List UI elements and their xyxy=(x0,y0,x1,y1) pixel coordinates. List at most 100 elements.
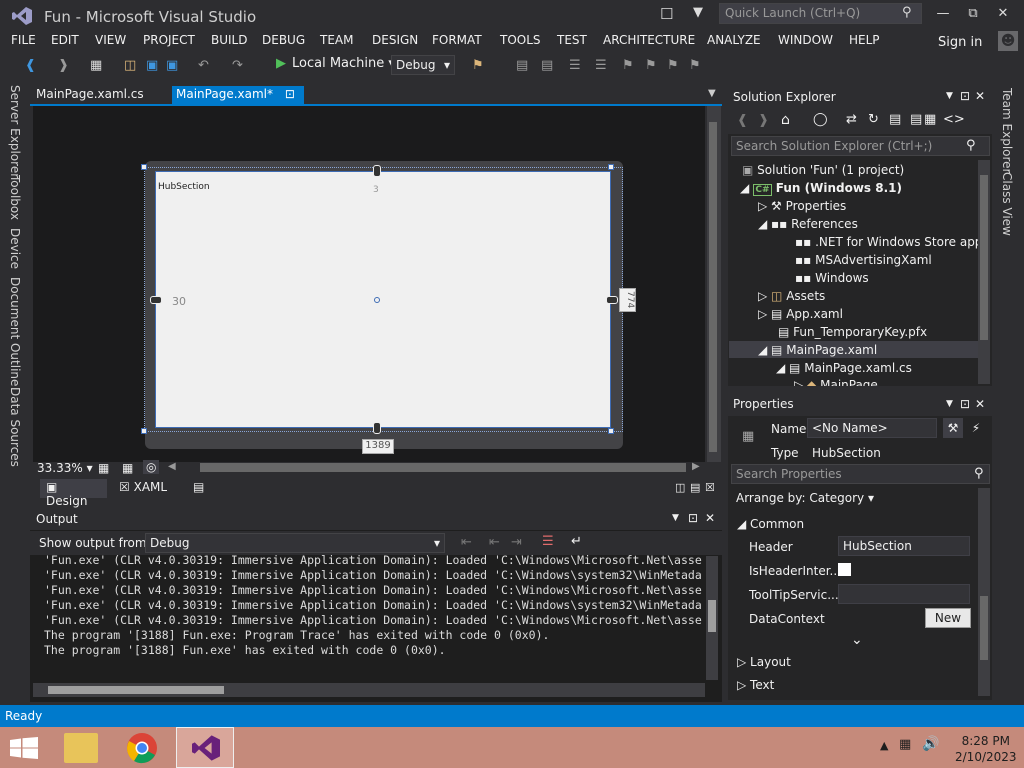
arrange-by-select[interactable]: Arrange by: Category ▾ xyxy=(736,491,874,505)
class-view-tab[interactable]: Class View xyxy=(1000,172,1014,236)
bookmark-icon[interactable]: ⚑ xyxy=(622,58,634,73)
refresh-icon[interactable]: ↻ xyxy=(868,112,879,127)
sign-in-link[interactable]: Sign in xyxy=(938,35,982,50)
panel-pin-icon[interactable]: ⊡ xyxy=(960,89,970,103)
home-icon[interactable]: ⌂ xyxy=(781,112,790,128)
panel-menu-icon[interactable]: ▼ xyxy=(946,91,953,101)
view-code-icon[interactable]: <> xyxy=(943,112,965,127)
tree-ref-dotnet[interactable]: ▪▪ .NET for Windows Store apps xyxy=(795,235,989,249)
tree-solution[interactable]: ▣ Solution 'Fun' (1 project) xyxy=(742,163,904,177)
properties-scroll-thumb[interactable] xyxy=(980,596,988,660)
tree-project[interactable]: ◢ C# Fun (Windows 8.1) xyxy=(740,181,902,196)
pending-changes-icon[interactable]: ◯ xyxy=(813,112,828,127)
menu-architecture[interactable]: ARCHITECTURE xyxy=(603,33,695,47)
collapse-all-icon[interactable]: ▤ xyxy=(889,112,901,127)
windows-start-icon[interactable] xyxy=(10,737,38,759)
resize-handle-se[interactable] xyxy=(608,428,614,434)
tree-mainpage-class[interactable]: ▷ ◆ MainPage xyxy=(794,378,878,386)
left-anchor-icon[interactable] xyxy=(150,296,162,304)
menu-debug[interactable]: DEBUG xyxy=(262,33,305,47)
open-file-icon[interactable]: ◫ xyxy=(124,58,136,73)
panel-menu-icon[interactable]: ▼ xyxy=(946,399,953,409)
back-icon[interactable]: ❰ xyxy=(25,58,36,73)
next-message-icon[interactable]: ⇥ xyxy=(511,535,522,550)
save-all-icon[interactable]: ▣ xyxy=(166,58,178,73)
search-icon[interactable]: ⚲ xyxy=(902,5,912,20)
swap-panes-icon[interactable]: ▤ xyxy=(193,480,204,494)
undo-icon[interactable]: ↶ xyxy=(198,58,209,73)
properties-wrench-icon[interactable]: ⚒ xyxy=(943,418,963,438)
find-message-icon[interactable]: ⇤ xyxy=(461,535,472,550)
close-button[interactable]: ✕ xyxy=(988,2,1018,26)
tree-mainpage-xaml[interactable]: ◢ ▤ MainPage.xaml xyxy=(758,343,877,357)
chrome-icon[interactable] xyxy=(126,732,158,764)
menu-design[interactable]: DESIGN xyxy=(372,33,418,47)
prev-message-icon[interactable]: ⇤ xyxy=(489,535,500,550)
designer-horizontal-scrollbar[interactable] xyxy=(200,463,686,472)
snap-lines-icon[interactable]: ◎ xyxy=(143,460,160,474)
redo-icon[interactable]: ↷ xyxy=(232,58,243,73)
tab-mainpage-xaml-cs[interactable]: MainPage.xaml.cs xyxy=(33,86,147,104)
tooltip-property-input[interactable] xyxy=(838,584,970,604)
tree-properties[interactable]: ▷ ⚒ Properties xyxy=(758,199,846,213)
expand-advanced-icon[interactable]: ⌄ xyxy=(851,632,863,648)
scroll-right-icon[interactable]: ▶ xyxy=(692,461,700,472)
designer-scroll-thumb[interactable] xyxy=(709,122,717,452)
clear-all-icon[interactable]: ☰ xyxy=(542,534,554,549)
pin-icon[interactable]: ⊡ xyxy=(285,87,295,101)
show-hidden-icons-icon[interactable]: ▲ xyxy=(880,739,888,752)
word-wrap-icon[interactable]: ↵ xyxy=(571,534,582,549)
output-source-select[interactable]: Debug ▾ xyxy=(145,533,445,553)
file-explorer-icon[interactable] xyxy=(64,733,98,763)
properties-search-input[interactable]: Search Properties xyxy=(731,464,990,484)
common-category[interactable]: ◢ Common xyxy=(737,517,804,531)
tree-app-xaml[interactable]: ▷ ▤ App.xaml xyxy=(758,307,843,321)
show-all-files-icon[interactable]: ▤ xyxy=(910,112,922,127)
network-icon[interactable]: ▦ xyxy=(899,737,911,752)
menu-tools[interactable]: TOOLS xyxy=(500,33,541,47)
output-pin-icon[interactable]: ⊡ xyxy=(688,511,698,525)
new-project-icon[interactable]: ▦ xyxy=(90,58,102,73)
quick-launch-input[interactable]: Quick Launch (Ctrl+Q) xyxy=(719,3,922,24)
panel-pin-icon[interactable]: ⊡ xyxy=(960,397,970,411)
text-category[interactable]: ▷ Text xyxy=(737,678,774,692)
new-datacontext-button[interactable]: New xyxy=(925,608,971,628)
tab-mainpage-xaml[interactable]: MainPage.xaml* ⊡ ✕ xyxy=(172,86,304,115)
align-left-icon[interactable]: ▤ xyxy=(516,58,528,73)
clear-bookmarks-icon[interactable]: ⚑ xyxy=(689,58,701,73)
next-bookmark-icon[interactable]: ⚑ xyxy=(667,58,679,73)
toolbox-tab[interactable]: Toolbox xyxy=(8,175,22,220)
layout-category[interactable]: ▷ Layout xyxy=(737,655,791,669)
output-close-icon[interactable]: ✕ xyxy=(705,511,715,525)
solution-explorer-scroll-thumb[interactable] xyxy=(980,175,988,340)
search-icon[interactable]: ⚲ xyxy=(966,138,976,153)
menu-team[interactable]: TEAM xyxy=(320,33,353,47)
account-avatar-icon[interactable]: ☻ xyxy=(998,31,1018,51)
start-debugging-button[interactable]: ▶ Local Machine ▾ xyxy=(276,56,395,71)
menu-project[interactable]: PROJECT xyxy=(143,33,195,47)
right-anchor-icon[interactable] xyxy=(606,296,618,304)
menu-build[interactable]: BUILD xyxy=(211,33,247,47)
collapse-pane-icon[interactable]: ☒ xyxy=(705,481,715,494)
menu-file[interactable]: FILE xyxy=(11,33,36,47)
comment-icon[interactable]: ☰ xyxy=(569,58,581,73)
prev-bookmark-icon[interactable]: ⚑ xyxy=(645,58,657,73)
uncomment-icon[interactable]: ☰ xyxy=(595,58,607,73)
menu-edit[interactable]: EDIT xyxy=(51,33,79,47)
menu-test[interactable]: TEST xyxy=(557,33,587,47)
server-explorer-tab[interactable]: Server Explorer xyxy=(8,85,22,178)
split-horizontal-icon[interactable]: ◫ xyxy=(675,481,685,494)
forward-icon[interactable]: ❱ xyxy=(58,58,69,73)
properties-icon[interactable]: ▦ xyxy=(924,112,936,127)
se-back-icon[interactable]: ❰ xyxy=(737,113,748,128)
bottom-anchor-icon[interactable] xyxy=(373,422,381,434)
menu-help[interactable]: HELP xyxy=(849,33,880,47)
grid-icon[interactable]: ▦ xyxy=(98,461,109,475)
panel-close-icon[interactable]: ✕ xyxy=(975,397,985,411)
menu-window[interactable]: WINDOW xyxy=(778,33,833,47)
resize-handle-sw[interactable] xyxy=(141,428,147,434)
menu-format[interactable]: FORMAT xyxy=(432,33,482,47)
tree-references[interactable]: ◢ ▪▪ References xyxy=(758,217,858,231)
xaml-tab[interactable]: ☒ XAML xyxy=(119,480,167,494)
scroll-left-icon[interactable]: ◀ xyxy=(168,461,176,472)
